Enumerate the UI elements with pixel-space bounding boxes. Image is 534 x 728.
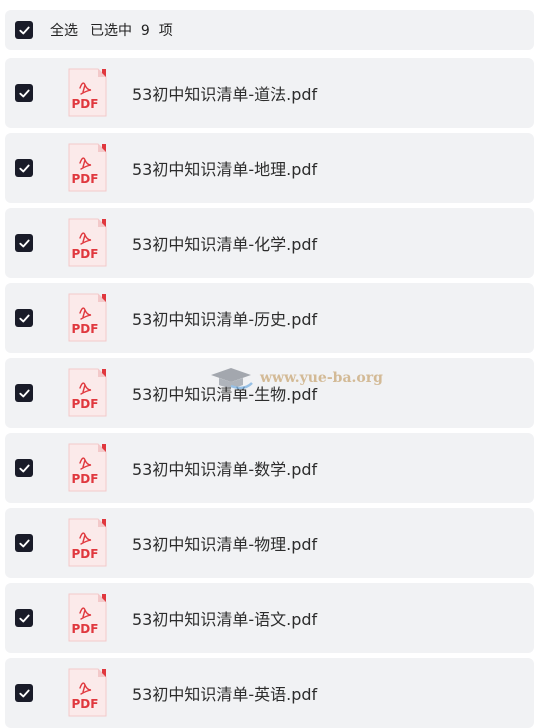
select-all-checkbox[interactable]: [15, 21, 33, 39]
file-row[interactable]: PDF 53初中知识清单-物理.pdf: [5, 508, 534, 578]
checkmark-icon: [18, 464, 30, 472]
pdf-file-icon: PDF: [68, 518, 107, 567]
file-checkbox[interactable]: [15, 234, 33, 252]
pdf-file-icon: PDF: [68, 593, 107, 642]
pdf-file-icon: PDF: [68, 293, 107, 342]
checkmark-icon: [18, 689, 30, 697]
file-row[interactable]: PDF 53初中知识清单-历史.pdf: [5, 283, 534, 353]
select-all-bar: 全选 已选中 9 项: [5, 10, 534, 50]
pdf-icon-label: PDF: [72, 622, 99, 636]
checkmark-icon: [18, 89, 30, 97]
pdf-file-icon: PDF: [68, 68, 107, 117]
file-checkbox[interactable]: [15, 309, 33, 327]
pdf-icon-label: PDF: [72, 322, 99, 336]
pdf-icon-label: PDF: [72, 397, 99, 411]
file-checkbox[interactable]: [15, 684, 33, 702]
file-name: 53初中知识清单-道法.pdf: [132, 85, 318, 104]
pdf-icon-label: PDF: [72, 247, 99, 261]
pdf-icon-label: PDF: [72, 172, 99, 186]
checkmark-icon: [18, 539, 30, 547]
file-name: 53初中知识清单-数学.pdf: [132, 460, 318, 479]
selected-count-text: 已选中 9 项: [90, 23, 173, 39]
select-all-label[interactable]: 全选: [50, 20, 78, 40]
file-checkbox[interactable]: [15, 609, 33, 627]
checkmark-icon: [18, 164, 30, 172]
file-name: 53初中知识清单-英语.pdf: [132, 685, 318, 704]
file-row[interactable]: PDF 53初中知识清单-英语.pdf: [5, 658, 534, 728]
file-checkbox[interactable]: [15, 384, 33, 402]
file-checkbox[interactable]: [15, 534, 33, 552]
file-row[interactable]: PDF 53初中知识清单-语文.pdf: [5, 583, 534, 653]
checkmark-icon: [18, 239, 30, 247]
file-name: 53初中知识清单-地理.pdf: [132, 160, 318, 179]
checkmark-icon: [18, 314, 30, 322]
pdf-icon-label: PDF: [72, 97, 99, 111]
file-row[interactable]: PDF 53初中知识清单-道法.pdf: [5, 58, 534, 128]
checkmark-icon: [18, 26, 30, 34]
checkmark-icon: [18, 389, 30, 397]
file-row[interactable]: PDF 53初中知识清单-数学.pdf: [5, 433, 534, 503]
file-row[interactable]: PDF 53初中知识清单-化学.pdf: [5, 208, 534, 278]
pdf-file-icon: PDF: [68, 143, 107, 192]
pdf-icon-label: PDF: [72, 472, 99, 486]
pdf-icon-label: PDF: [72, 697, 99, 711]
file-checkbox[interactable]: [15, 84, 33, 102]
pdf-file-icon: PDF: [68, 443, 107, 492]
pdf-icon-label: PDF: [72, 547, 99, 561]
file-checkbox[interactable]: [15, 459, 33, 477]
file-row[interactable]: PDF 53初中知识清单-地理.pdf: [5, 133, 534, 203]
file-checkbox[interactable]: [15, 159, 33, 177]
file-name: 53初中知识清单-历史.pdf: [132, 310, 318, 329]
file-name: 53初中知识清单-化学.pdf: [132, 235, 318, 254]
checkmark-icon: [18, 614, 30, 622]
file-name: 53初中知识清单-生物.pdf: [132, 385, 318, 404]
pdf-file-icon: PDF: [68, 368, 107, 417]
pdf-file-icon: PDF: [68, 218, 107, 267]
file-name: 53初中知识清单-语文.pdf: [132, 610, 318, 629]
pdf-file-icon: PDF: [68, 668, 107, 717]
file-row[interactable]: PDF 53初中知识清单-生物.pdf: [5, 358, 534, 428]
file-name: 53初中知识清单-物理.pdf: [132, 535, 318, 554]
